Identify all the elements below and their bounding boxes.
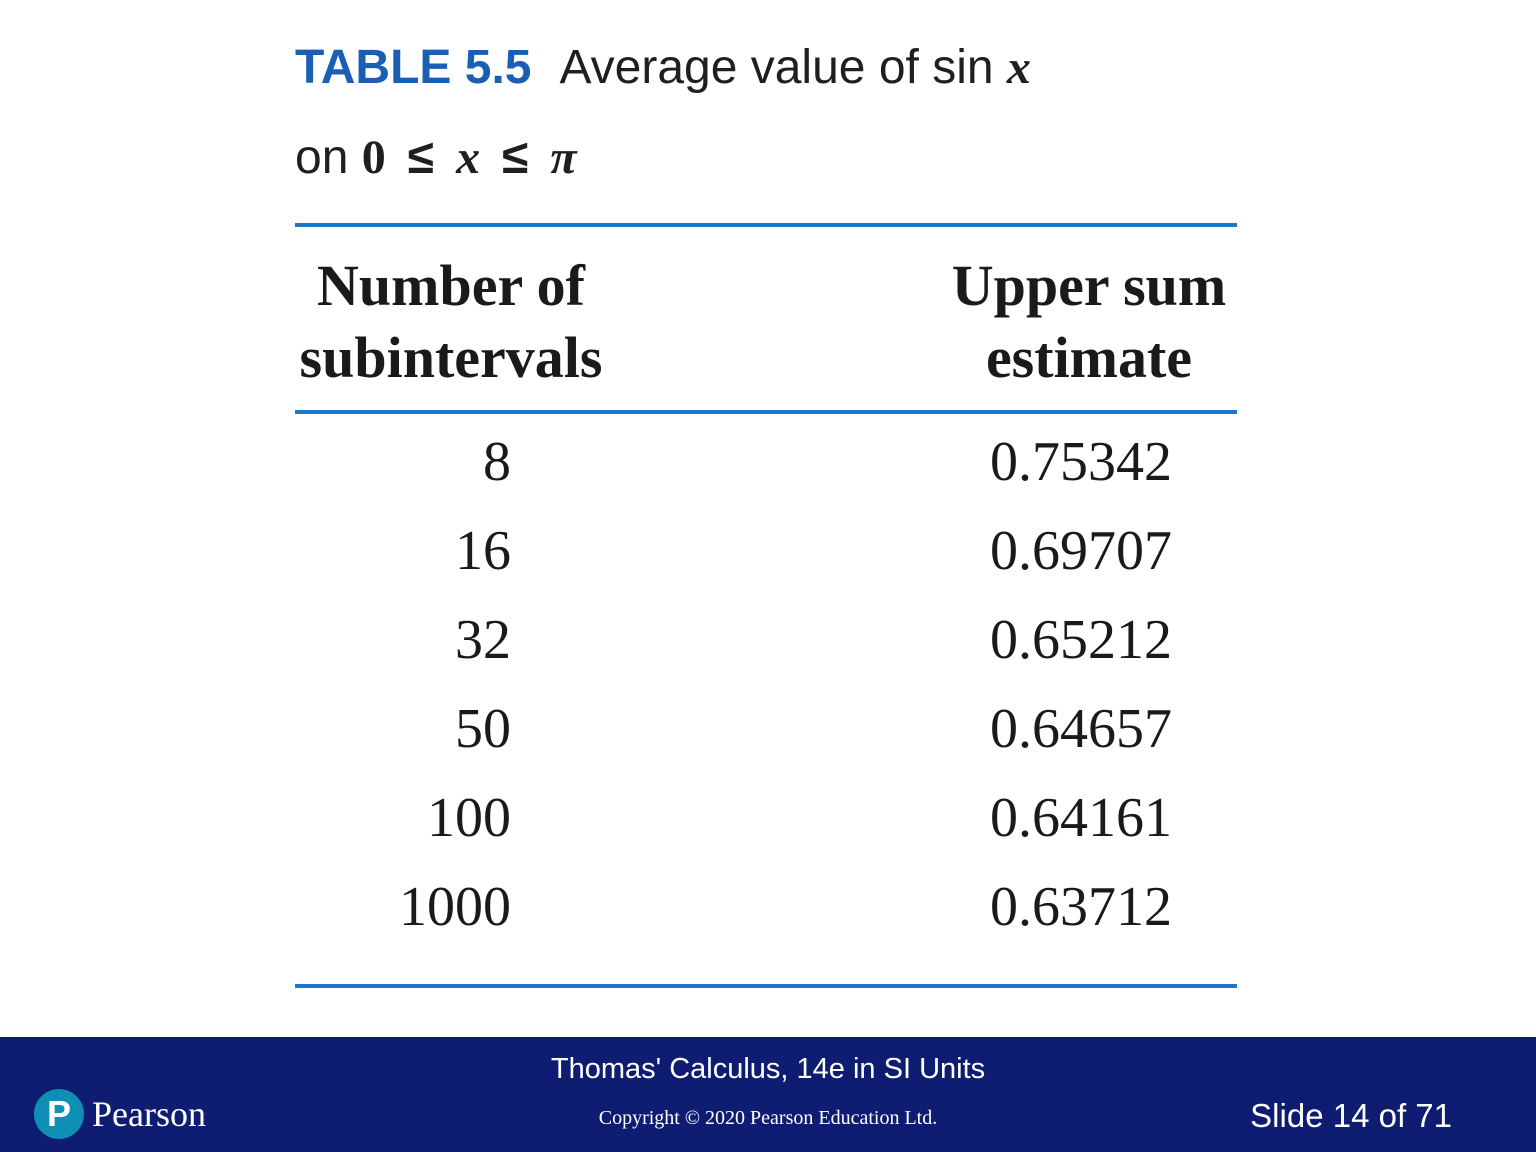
cell-subintervals: 16 — [455, 520, 511, 582]
table-row: 50 0.64657 — [295, 685, 1237, 774]
table-row: 100 0.64161 — [295, 774, 1237, 863]
subtitle-leq-1: ≤ — [407, 131, 435, 184]
slide: TABLE 5.5 Average value of sin x on 0 ≤ x ≤ π… — [0, 0, 1536, 1152]
column-header-subintervals: Number of subintervals — [295, 250, 607, 394]
subtitle-prefix: on — [295, 131, 349, 184]
subtitle-leq-2: ≤ — [502, 131, 529, 184]
table-top-rule — [295, 223, 1237, 227]
table-row: 16 0.69707 — [295, 507, 1237, 596]
table-title-text: Average value of sin — [559, 41, 994, 94]
cell-subintervals: 100 — [427, 787, 511, 849]
cell-estimate: 0.69707 — [990, 520, 1172, 582]
cell-estimate: 0.64657 — [990, 698, 1172, 760]
column-header-estimate: Upper sum estimate — [945, 250, 1233, 394]
cell-estimate: 0.63712 — [990, 876, 1172, 938]
subtitle-upper-bound: π — [550, 131, 577, 184]
footer-book-title: Thomas' Calculus, 14e in SI Units — [550, 1053, 986, 1085]
table-header-rule — [295, 410, 1237, 414]
column-header-estimate-line2: estimate — [985, 325, 1193, 390]
subtitle-variable: x — [456, 131, 481, 184]
cell-subintervals: 8 — [483, 431, 511, 493]
footer-bar: P Pearson Thomas' Calculus, 14e in SI Un… — [0, 1037, 1536, 1152]
table-row: 1000 0.63712 — [295, 863, 1237, 952]
subtitle-lower-bound: 0 — [361, 131, 386, 184]
column-header-subintervals-line1: Number of — [317, 253, 585, 318]
cell-estimate: 0.75342 — [990, 431, 1172, 493]
slide-number: Slide 14 of 71 — [1250, 1097, 1452, 1134]
table-title: TABLE 5.5 Average value of sin x — [295, 44, 1031, 92]
table-row: 8 0.75342 — [295, 418, 1237, 507]
table-label: TABLE 5.5 — [295, 41, 532, 94]
cell-estimate: 0.64161 — [990, 787, 1172, 849]
table-bottom-rule — [295, 984, 1237, 988]
table-row: 32 0.65212 — [295, 596, 1237, 685]
cell-estimate: 0.65212 — [990, 609, 1172, 671]
cell-subintervals: 50 — [455, 698, 511, 760]
column-header-estimate-line1: Upper sum — [951, 253, 1227, 318]
cell-subintervals: 1000 — [399, 876, 511, 938]
table-title-variable: x — [1006, 41, 1031, 94]
table-body: 8 0.75342 16 0.69707 32 0.65212 50 0.646… — [295, 418, 1237, 952]
column-header-subintervals-line2: subintervals — [299, 325, 603, 390]
table-subtitle: on 0 ≤ x ≤ π — [295, 134, 577, 182]
cell-subintervals: 32 — [455, 609, 511, 671]
